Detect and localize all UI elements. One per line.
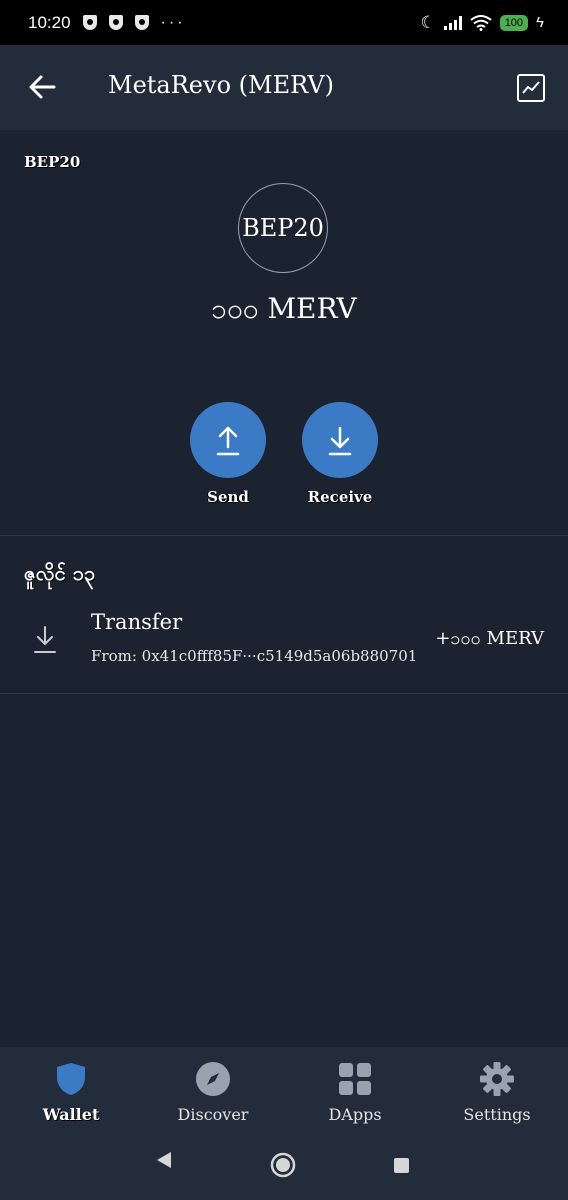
charging-icon: ϟ [536, 14, 544, 31]
system-recents-icon[interactable] [393, 1157, 410, 1174]
transaction-date-header: ဇူလိုင် ၁၃ [24, 561, 96, 585]
transaction-type: Transfer [91, 610, 183, 634]
nav-item-dapps[interactable]: DApps [295, 1059, 415, 1124]
download-arrow-icon [34, 626, 56, 653]
wifi-icon [470, 14, 492, 31]
download-arrow-icon [328, 426, 352, 456]
more-notifications-icon: ··· [160, 13, 186, 31]
transaction-from: From: 0x41c0fff85F···c5149d5a06b880701 [91, 647, 418, 665]
status-time: 10:20 [28, 12, 71, 32]
nav-item-wallet[interactable]: Wallet [11, 1059, 131, 1124]
chart-icon[interactable] [516, 73, 546, 103]
app-header: MetaRevo (MERV) [0, 45, 568, 130]
compass-icon [196, 1062, 230, 1096]
nav-item-discover[interactable]: Discover [153, 1059, 273, 1124]
nav-item-settings[interactable]: Settings [437, 1059, 557, 1124]
page-title: MetaRevo (MERV) [108, 71, 335, 99]
send-button-circle[interactable] [190, 402, 266, 478]
grid-icon [339, 1063, 371, 1095]
transaction-row[interactable]: Transfer From: 0x41c0fff85F···c5149d5a06… [0, 598, 568, 693]
moon-icon: ☾ [420, 12, 436, 32]
send-label: Send [207, 488, 249, 506]
send-button[interactable]: Send [190, 402, 266, 506]
nav-label-discover: Discover [177, 1105, 249, 1124]
transaction-amount: +၁၀၀ MERV [435, 628, 544, 649]
receive-button[interactable]: Receive [302, 402, 378, 506]
divider [0, 535, 568, 536]
nav-label-dapps: DApps [328, 1105, 382, 1124]
system-home-icon[interactable] [270, 1152, 296, 1178]
upload-arrow-icon [216, 426, 240, 456]
gear-icon [480, 1062, 514, 1096]
system-back-icon[interactable] [154, 1150, 174, 1170]
divider [0, 693, 568, 694]
token-logo: BEP20 [238, 183, 328, 273]
shield-icon [57, 1063, 85, 1095]
battery-icon: 100 [499, 14, 529, 31]
nav-label-wallet: Wallet [42, 1105, 100, 1124]
back-arrow-icon[interactable] [26, 71, 58, 103]
receive-label: Receive [307, 488, 373, 506]
shield-notification-icon [134, 15, 149, 30]
status-bar: 10:20 ··· ☾ 100 ϟ [0, 0, 568, 45]
shield-notification-icon [82, 15, 97, 30]
token-logo-text: BEP20 [242, 214, 324, 242]
receive-button-circle[interactable] [302, 402, 378, 478]
nav-label-settings: Settings [463, 1105, 531, 1124]
network-tag: BEP20 [24, 153, 81, 171]
signal-icon [443, 15, 462, 30]
token-balance: ၁၀၀ MERV [211, 292, 357, 325]
shield-notification-icon [108, 15, 123, 30]
